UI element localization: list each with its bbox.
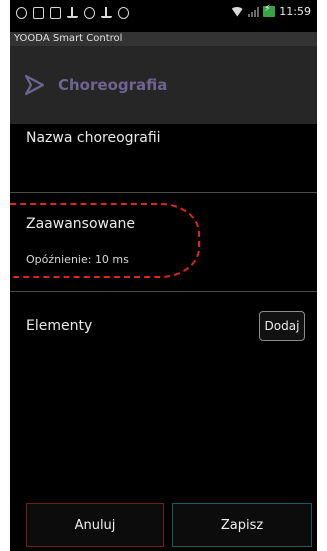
signal-icon	[248, 6, 260, 17]
sync-icon	[84, 7, 95, 19]
delay-value[interactable]: Opóźnienie: 10 ms	[26, 253, 129, 266]
choreography-name-field[interactable]: Nazwa choreografii	[26, 130, 161, 146]
sim-icon	[33, 7, 44, 19]
save-button[interactable]: Zapisz	[172, 503, 312, 547]
action-bar: Choreografia	[10, 46, 317, 124]
divider	[10, 192, 317, 193]
android-icon	[118, 7, 129, 19]
advanced-section-title[interactable]: Zaawansowane	[26, 216, 135, 232]
status-right: 11:59	[230, 4, 311, 18]
notification-icon	[16, 7, 27, 19]
phone-screen: 11:59 YOODA Smart Control Choreografia N…	[10, 0, 317, 551]
upload-icon	[101, 7, 112, 18]
download-icon	[67, 7, 78, 18]
elements-label: Elementy	[26, 318, 93, 334]
cancel-button[interactable]: Anuluj	[26, 503, 164, 547]
status-bar: 11:59	[10, 0, 317, 32]
play-outline-icon[interactable]	[22, 73, 46, 97]
divider	[10, 291, 317, 292]
status-time: 11:59	[279, 5, 311, 18]
window-title: YOODA Smart Control	[10, 32, 317, 46]
action-bar-title: Choreografia	[58, 76, 168, 94]
screenshot-icon	[50, 7, 61, 19]
wifi-icon	[230, 6, 245, 17]
status-notification-icons	[16, 7, 129, 19]
add-element-button[interactable]: Dodaj	[259, 311, 305, 341]
highlight-annotation	[10, 203, 200, 278]
battery-charging-icon	[263, 4, 276, 17]
